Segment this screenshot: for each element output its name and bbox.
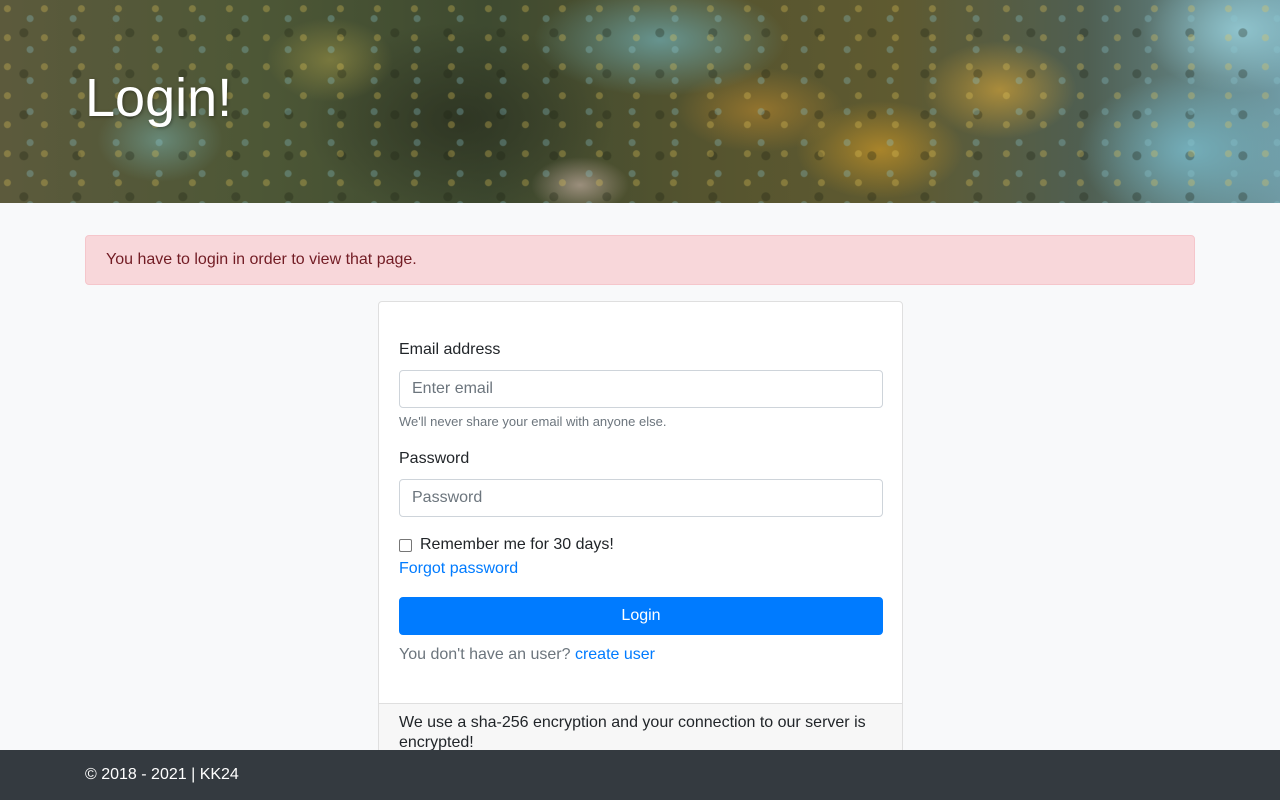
password-label: Password — [399, 450, 470, 467]
page-title: Login! — [85, 68, 233, 128]
remember-me-checkbox[interactable] — [399, 538, 412, 552]
signup-prompt-text: You don't have an user? — [399, 646, 575, 663]
page-footer: © 2018 - 2021 | KK24 — [0, 750, 1280, 800]
forgot-password-link[interactable]: Forgot password — [399, 560, 518, 578]
email-field[interactable] — [399, 370, 883, 408]
signup-prompt: You don't have an user? create user — [399, 646, 655, 664]
create-user-link[interactable]: create user — [575, 646, 655, 663]
remember-me-label[interactable]: Remember me for 30 days! — [420, 536, 614, 554]
login-card: Email address We'll never share your ema… — [378, 301, 903, 771]
login-form: Email address We'll never share your ema… — [379, 302, 902, 703]
copyright-text: © 2018 - 2021 | KK24 — [85, 766, 239, 783]
login-button[interactable]: Login — [399, 597, 883, 635]
remember-me-row[interactable]: Remember me for 30 days! — [399, 536, 614, 554]
email-help-text: We'll never share your email with anyone… — [399, 414, 667, 429]
login-required-alert: You have to login in order to view that … — [85, 235, 1195, 285]
password-field[interactable] — [399, 479, 883, 517]
email-label: Email address — [399, 341, 501, 358]
hero-banner: Login! — [0, 0, 1280, 203]
